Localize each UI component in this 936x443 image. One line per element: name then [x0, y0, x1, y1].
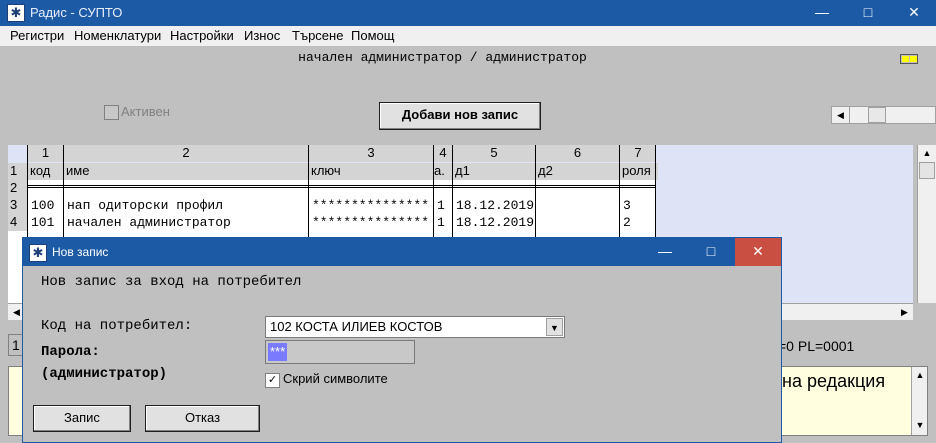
scroll-left-icon[interactable]: ◀: [832, 107, 850, 123]
active-checkbox[interactable]: [104, 105, 119, 120]
save-button[interactable]: Запис: [33, 405, 131, 432]
menu-item-settings[interactable]: Настройки: [170, 28, 234, 43]
dialog-snowflake-icon: ✱: [29, 244, 47, 262]
table-cell[interactable]: 101: [28, 215, 67, 232]
col-name: име: [64, 163, 310, 180]
add-record-button[interactable]: Добави нов запис: [379, 102, 541, 130]
minimize-button[interactable]: —: [800, 0, 844, 26]
table-cell[interactable]: ***************: [309, 198, 437, 215]
table-cell[interactable]: [536, 198, 623, 215]
cancel-button[interactable]: Отказ: [145, 405, 260, 432]
dialog-maximize-button[interactable]: □: [689, 238, 733, 266]
row-number: 2: [8, 180, 28, 197]
table-cell[interactable]: 18.12.2019: [453, 198, 539, 215]
table-cell[interactable]: начален администратор: [64, 215, 312, 232]
status-position: =0 PL=0001: [778, 338, 855, 354]
col-number: 6: [536, 145, 619, 162]
indicator-icon: [900, 54, 918, 64]
password-label: Парола:: [41, 344, 100, 360]
window-title: Радис - СУПТО: [30, 5, 123, 20]
col-name: д2: [536, 163, 621, 180]
row-number: 1: [8, 163, 28, 180]
menu-bar: Регистри Номенклатури Настройки Износ Тъ…: [0, 26, 936, 46]
hide-symbols-label: Скрий символите: [283, 371, 388, 386]
user-code-select[interactable]: 102 КОСТА ИЛИЕВ КОСТОВ ▼: [265, 316, 565, 338]
scroll-right-icon[interactable]: ▶: [896, 304, 913, 320]
vertical-scroll-thumb[interactable]: [919, 162, 935, 179]
dialog-heading: Нов запис за вход на потребител: [41, 274, 302, 290]
header-line: начален администратор / администратор: [298, 50, 587, 65]
col-name: а.: [434, 163, 452, 180]
password-input[interactable]: ***: [265, 340, 415, 364]
menu-item-search[interactable]: Търсене: [292, 28, 343, 43]
separator-row: [28, 181, 656, 191]
col-number: 3: [309, 145, 433, 162]
row-number: 3: [8, 197, 28, 214]
col-number: 2: [64, 145, 308, 162]
slider-thumb[interactable]: [868, 107, 886, 123]
app-snowflake-icon: ✱: [7, 4, 25, 22]
menu-item-depreciation[interactable]: Износ: [244, 28, 280, 43]
scroll-up-icon[interactable]: ▲: [912, 367, 928, 383]
role-label: (администратор): [41, 366, 168, 382]
message-text: на редакция: [782, 371, 886, 391]
user-code-label: Код на потребител:: [41, 318, 193, 334]
dialog-close-button[interactable]: ✕: [735, 238, 781, 266]
new-record-dialog: ✱ Нов запис — □ ✕ Нов запис за вход на п…: [22, 237, 782, 443]
hide-symbols-checkbox[interactable]: ✓: [265, 373, 280, 388]
col-number: 5: [453, 145, 535, 162]
active-label: Активен: [121, 104, 170, 119]
col-number: 1: [28, 145, 63, 162]
table-cell[interactable]: ***************: [309, 215, 437, 232]
menu-item-nomenclatures[interactable]: Номенклатури: [74, 28, 161, 43]
maximize-button[interactable]: □: [846, 0, 890, 26]
col-number: 4: [434, 145, 452, 162]
main-title-bar: ✱ Радис - СУПТО — □ ✕: [0, 0, 936, 26]
dialog-title: Нов запис: [52, 245, 109, 259]
password-value: ***: [268, 343, 288, 361]
col-name: д1: [453, 163, 537, 180]
close-button[interactable]: ✕: [892, 0, 936, 26]
row-number: 4: [8, 214, 28, 231]
dialog-title-bar: ✱ Нов запис — □ ✕: [23, 238, 781, 266]
col-name: роля: [620, 163, 658, 180]
table-cell[interactable]: 18.12.2019: [453, 215, 539, 232]
scroll-up-icon[interactable]: ▲: [918, 145, 936, 162]
col-name: код: [28, 163, 65, 180]
vertical-scrollbar[interactable]: ▲: [917, 145, 936, 303]
table-cell[interactable]: 2: [620, 215, 659, 232]
scroll-down-icon[interactable]: ▼: [912, 417, 928, 433]
dialog-minimize-button[interactable]: —: [643, 238, 687, 266]
user-code-value: 102 КОСТА ИЛИЕВ КОСТОВ: [270, 319, 443, 334]
table-cell[interactable]: нап одиторски профил: [64, 198, 312, 215]
chevron-down-icon[interactable]: ▼: [546, 318, 563, 336]
table-cell[interactable]: 3: [620, 198, 659, 215]
message-scrollbar[interactable]: ▲ ▼: [911, 367, 927, 435]
col-name: ключ: [309, 163, 435, 180]
table-cell[interactable]: [536, 215, 623, 232]
table-cell[interactable]: 100: [28, 198, 67, 215]
col-number: 7: [620, 145, 656, 162]
menu-item-registers[interactable]: Регистри: [10, 28, 64, 43]
menu-item-help[interactable]: Помощ: [351, 28, 394, 43]
horizontal-slider[interactable]: ◀: [831, 106, 936, 124]
